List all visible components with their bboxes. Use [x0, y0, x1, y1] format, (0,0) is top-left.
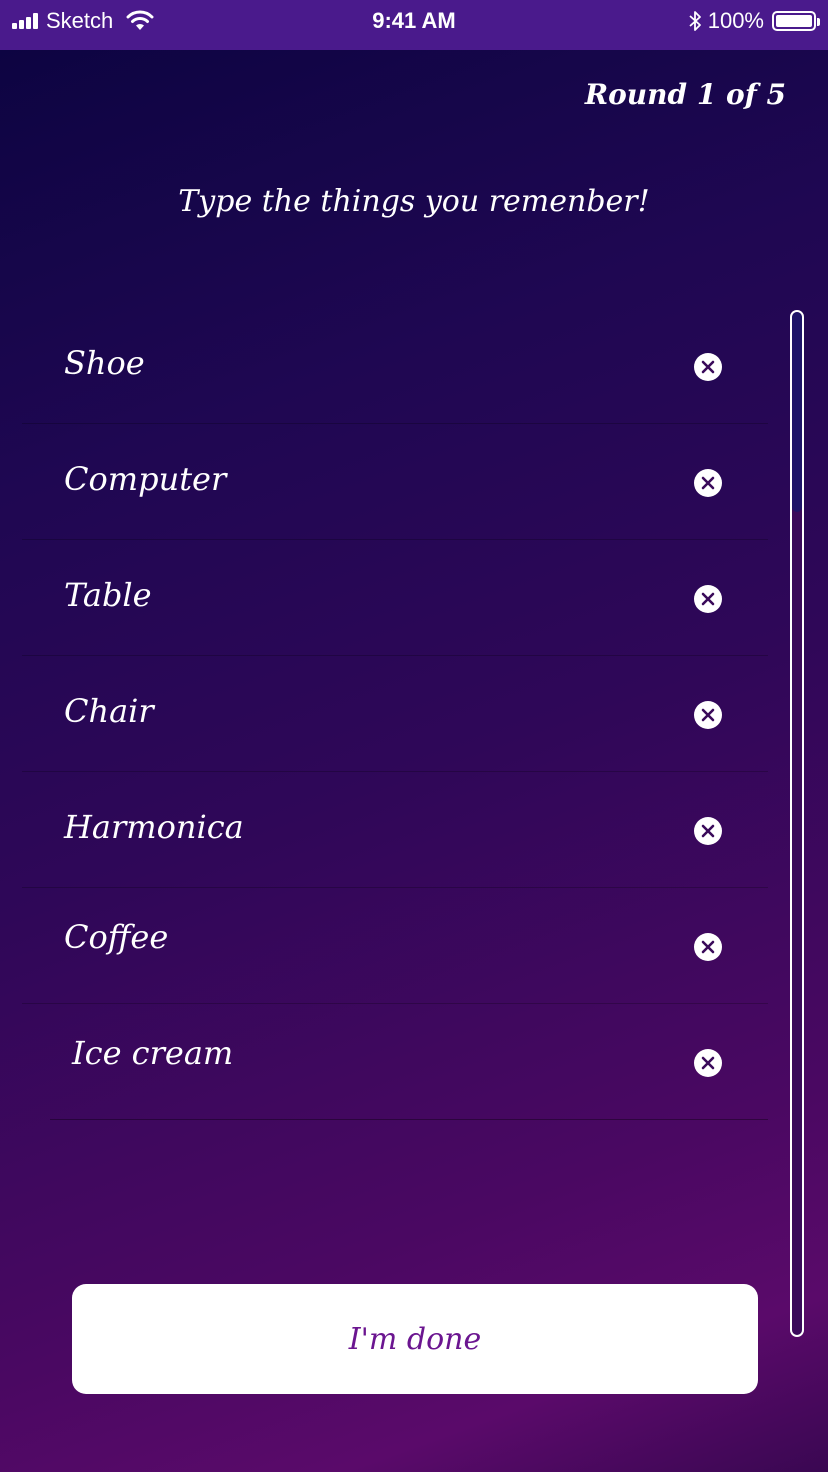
scrollbar[interactable]	[790, 310, 804, 1337]
scrollbar-thumb[interactable]	[792, 312, 802, 512]
list-item: Table	[0, 540, 828, 656]
close-circle-icon	[701, 1056, 715, 1070]
list-item: Coffee	[0, 888, 828, 1004]
close-circle-icon	[701, 940, 715, 954]
item-label: Shoe	[64, 344, 145, 382]
close-circle-icon	[701, 592, 715, 606]
item-label: Harmonica	[64, 808, 244, 846]
status-right: 100%	[688, 0, 820, 42]
remove-item-button[interactable]	[694, 469, 722, 497]
item-label: Ice cream	[72, 1034, 234, 1072]
remove-item-button[interactable]	[694, 585, 722, 613]
item-label: Computer	[64, 460, 227, 498]
done-button[interactable]: I'm done	[72, 1284, 758, 1394]
item-label: Table	[64, 576, 152, 614]
list-item: Ice cream	[0, 1004, 828, 1120]
item-label: Chair	[64, 692, 154, 730]
list-item: Chair	[0, 656, 828, 772]
remove-item-button[interactable]	[694, 933, 722, 961]
prompt-text: Type the things you remenber!	[178, 184, 650, 219]
remove-item-button[interactable]	[694, 1049, 722, 1077]
list-item: Computer	[0, 424, 828, 540]
scrollbar-track	[792, 312, 802, 1335]
bluetooth-icon	[689, 11, 701, 31]
close-circle-icon	[701, 708, 715, 722]
remove-item-button[interactable]	[694, 701, 722, 729]
list-item: Harmonica	[0, 772, 828, 888]
close-circle-icon	[701, 476, 715, 490]
close-circle-icon	[701, 360, 715, 374]
close-circle-icon	[701, 824, 715, 838]
round-indicator: Round 1 of 5	[584, 78, 786, 111]
remembered-items-list: Shoe Computer Table Chair Harmonica Coff	[0, 308, 828, 1120]
remove-item-button[interactable]	[694, 817, 722, 845]
divider	[50, 1119, 768, 1120]
item-label: Coffee	[64, 918, 169, 956]
battery-icon	[772, 11, 820, 31]
status-bar: Sketch 9:41 AM 100%	[0, 0, 828, 50]
remove-item-button[interactable]	[694, 353, 722, 381]
battery-percent: 100%	[707, 8, 764, 33]
list-item: Shoe	[0, 308, 828, 424]
